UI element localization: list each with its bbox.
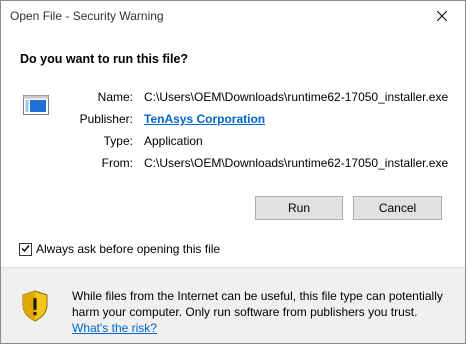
cancel-button[interactable]: Cancel xyxy=(353,196,442,220)
publisher-label: Publisher: xyxy=(79,112,133,126)
name-value: C:\Users\OEM\Downloads\runtime62-17050_i… xyxy=(144,90,449,104)
title-bar[interactable]: Open File - Security Warning xyxy=(1,1,465,32)
always-ask-checkbox[interactable] xyxy=(19,242,32,256)
application-file-icon xyxy=(23,95,49,115)
type-label: Type: xyxy=(103,134,133,148)
security-shield-icon xyxy=(21,290,49,322)
warning-message: While files from the Internet can be use… xyxy=(72,288,457,336)
from-value: C:\Users\OEM\Downloads\runtime62-17050_i… xyxy=(144,156,449,170)
security-warning-dialog: Open File - Security Warning Do you want… xyxy=(0,0,466,344)
run-button[interactable]: Run xyxy=(255,196,343,220)
close-icon xyxy=(436,10,448,24)
from-label: From: xyxy=(101,156,133,170)
always-ask-checkbox-row[interactable]: Always ask before opening this file xyxy=(19,242,220,256)
whats-the-risk-link[interactable]: What's the risk? xyxy=(72,321,157,335)
warning-footer: While files from the Internet can be use… xyxy=(1,268,465,343)
window-title: Open File - Security Warning xyxy=(10,9,164,23)
type-value: Application xyxy=(144,134,203,148)
warning-text: While files from the Internet can be use… xyxy=(72,289,443,319)
publisher-link[interactable]: TenAsys Corporation xyxy=(144,112,265,126)
dialog-heading: Do you want to run this file? xyxy=(20,52,189,66)
close-button[interactable] xyxy=(419,1,465,32)
checkmark-icon xyxy=(21,242,30,256)
name-label: Name: xyxy=(97,90,133,104)
always-ask-label[interactable]: Always ask before opening this file xyxy=(36,242,220,256)
